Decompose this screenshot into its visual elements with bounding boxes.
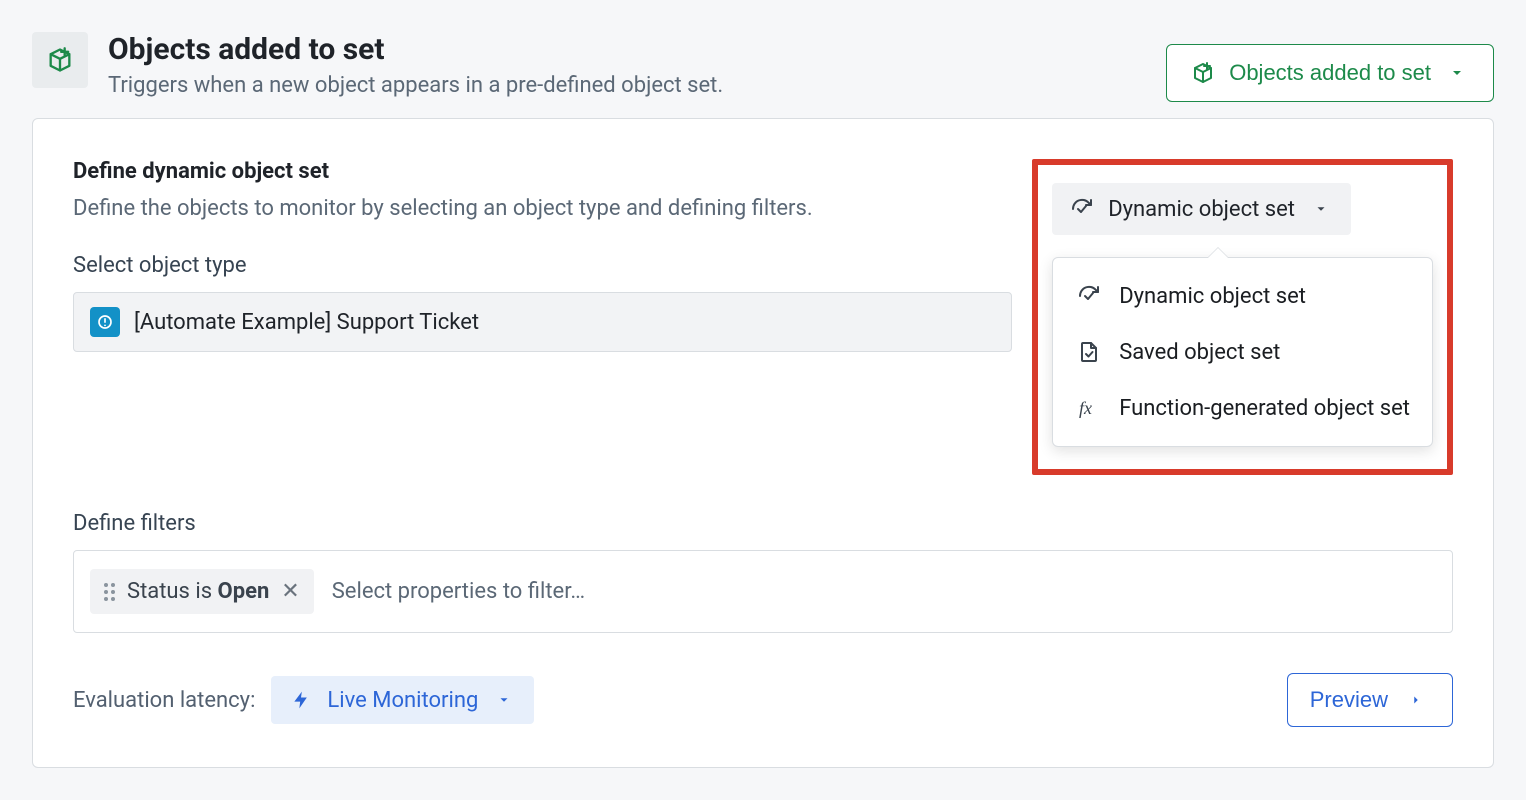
object-type-value: [Automate Example] Support Ticket: [134, 310, 479, 335]
menu-item-function-generated-object-set[interactable]: fx Function-generated object set: [1059, 380, 1426, 436]
menu-item-label: Dynamic object set: [1119, 284, 1306, 309]
menu-item-label: Saved object set: [1119, 340, 1280, 365]
refresh-check-icon: [1068, 195, 1096, 223]
filter-placeholder: Select properties to filter…: [332, 579, 585, 604]
objects-added-button-label: Objects added to set: [1229, 60, 1431, 86]
menu-item-saved-object-set[interactable]: Saved object set: [1059, 324, 1426, 380]
section-title: Define dynamic object set: [73, 159, 1012, 184]
page-title: Objects added to set: [108, 32, 1146, 67]
page-description: Triggers when a new object appears in a …: [108, 73, 1146, 98]
object-set-type-menu: Dynamic object set Saved object set: [1052, 257, 1433, 447]
file-check-icon: [1075, 338, 1103, 366]
object-set-type-region: Dynamic object set Dynamic object: [1032, 159, 1453, 475]
evaluation-latency-value: Live Monitoring: [327, 688, 478, 713]
filter-chip-prefix: Status is: [127, 579, 218, 604]
object-set-type-trigger[interactable]: Dynamic object set: [1052, 183, 1351, 235]
caret-down-icon: [1307, 195, 1335, 223]
config-card: Define dynamic object set Define the obj…: [32, 118, 1494, 768]
evaluation-latency-label: Evaluation latency:: [73, 688, 255, 713]
header-icon-box: [32, 32, 88, 88]
define-filters-label: Define filters: [73, 511, 1453, 536]
function-fx-icon: fx: [1075, 394, 1103, 422]
page-header: Objects added to set Triggers when a new…: [32, 32, 1494, 102]
section-description: Define the objects to monitor by selecti…: [73, 196, 1012, 221]
object-type-icon: [90, 307, 120, 337]
object-type-select[interactable]: [Automate Example] Support Ticket: [73, 292, 1012, 352]
lightning-icon: [287, 686, 315, 714]
svg-text:fx: fx: [1079, 398, 1092, 418]
select-object-type-label: Select object type: [73, 253, 1012, 278]
cube-add-icon: [1189, 59, 1217, 87]
close-icon[interactable]: ✕: [281, 579, 299, 604]
cube-add-icon: [46, 46, 74, 74]
evaluation-latency-select[interactable]: Live Monitoring: [271, 676, 534, 724]
object-set-type-trigger-label: Dynamic object set: [1108, 197, 1295, 222]
filter-chip-status[interactable]: Status is Open ✕: [90, 569, 314, 614]
refresh-check-icon: [1075, 282, 1103, 310]
objects-added-button[interactable]: Objects added to set: [1166, 44, 1494, 102]
preview-button[interactable]: Preview: [1287, 673, 1453, 727]
preview-button-label: Preview: [1310, 687, 1388, 713]
evaluation-latency: Evaluation latency: Live Monitoring: [73, 676, 534, 724]
filter-chip-value: Open: [218, 579, 270, 604]
menu-item-dynamic-object-set[interactable]: Dynamic object set: [1059, 268, 1426, 324]
caret-down-icon: [490, 686, 518, 714]
caret-right-icon: [1402, 686, 1430, 714]
filters-input[interactable]: Status is Open ✕ Select properties to fi…: [73, 550, 1453, 633]
caret-down-icon: [1443, 59, 1471, 87]
menu-item-label: Function-generated object set: [1119, 396, 1410, 421]
drag-handle-icon: [104, 583, 115, 601]
